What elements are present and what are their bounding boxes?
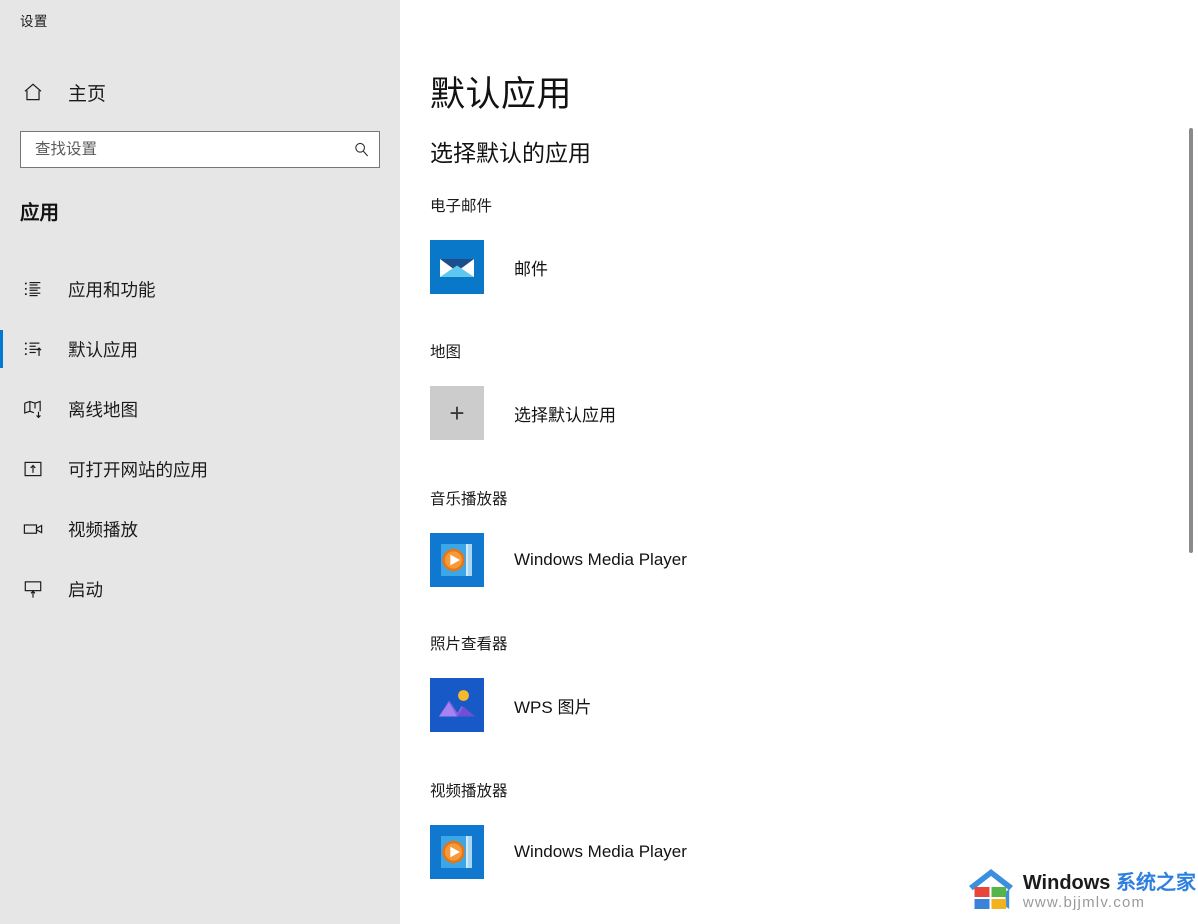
- group-label: 音乐播放器: [430, 491, 508, 508]
- default-app-name: Windows Media Player: [514, 842, 687, 861]
- default-app-group-photo-viewer: 照片查看器 WPS 图片: [430, 632, 1170, 732]
- default-app-name: 邮件: [514, 259, 548, 279]
- selection-indicator: [0, 330, 3, 368]
- search-input[interactable]: [20, 131, 380, 168]
- sidebar-item-apps-and-features[interactable]: 应用和功能: [0, 259, 400, 319]
- video-camera-icon: [18, 514, 48, 544]
- startup-monitor-icon: [18, 574, 48, 604]
- sidebar-item-label: 离线地图: [68, 399, 138, 420]
- watermark-url: www.bjjmlv.com: [1022, 893, 1146, 911]
- open-window-icon: [18, 454, 48, 484]
- default-app-group-maps: 地图 + 选择默认应用: [430, 340, 1170, 440]
- sidebar-section-heading: 应用: [20, 202, 60, 224]
- home-icon: [18, 77, 48, 107]
- group-label: 视频播放器: [430, 783, 508, 800]
- sidebar-item-default-apps[interactable]: 默认应用: [0, 319, 400, 379]
- plus-glyph: +: [449, 398, 465, 428]
- map-download-icon: [18, 394, 48, 424]
- sidebar-item-label: 可打开网站的应用: [68, 459, 208, 480]
- plus-icon[interactable]: +: [430, 386, 484, 440]
- default-app-name: WPS 图片: [514, 697, 592, 717]
- default-app-row[interactable]: Windows Media Player: [430, 825, 1170, 879]
- default-app-row[interactable]: WPS 图片: [430, 678, 1170, 732]
- choose-default-app-label: 选择默认应用: [514, 405, 616, 425]
- sidebar-item-label: 应用和功能: [68, 279, 156, 300]
- search-icon[interactable]: [351, 140, 371, 160]
- list-arrow-icon: [18, 334, 48, 364]
- group-label: 照片查看器: [430, 636, 508, 653]
- sidebar-item-apps-for-websites[interactable]: 可打开网站的应用: [0, 439, 400, 499]
- sidebar-nav-list: 应用和功能 默认应用 离线地图 可打开网站的应用 视频播放 启动: [0, 259, 400, 619]
- mail-app-icon: [430, 240, 484, 294]
- group-label: 电子邮件: [430, 198, 493, 215]
- window-title: 设置: [20, 14, 48, 29]
- page-title: 默认应用: [430, 75, 573, 114]
- settings-window: 设置 主页 应用: [0, 0, 1198, 924]
- sidebar-item-label: 默认应用: [68, 339, 138, 360]
- sidebar-item-offline-maps[interactable]: 离线地图: [0, 379, 400, 439]
- sidebar-item-startup[interactable]: 启动: [0, 559, 400, 619]
- sidebar-item-video-playback[interactable]: 视频播放: [0, 499, 400, 559]
- default-app-group-music-player: 音乐播放器 Windows Media Player: [430, 487, 1170, 587]
- list-bullets-icon: [18, 274, 48, 304]
- windows-media-player-icon: [430, 533, 484, 587]
- wps-photos-icon: [430, 678, 484, 732]
- search-box[interactable]: [20, 131, 380, 168]
- sidebar-item-home[interactable]: 主页: [0, 70, 400, 114]
- default-app-row[interactable]: 邮件: [430, 240, 1170, 294]
- sidebar: 设置 主页 应用: [0, 0, 400, 924]
- default-app-row[interactable]: + 选择默认应用: [430, 386, 1170, 440]
- main-content: 默认应用 选择默认的应用 电子邮件 邮件 地图 + 选择默认应用 音乐播放器 W…: [400, 0, 1198, 924]
- default-app-group-video-player: 视频播放器 Windows Media Player: [430, 779, 1170, 879]
- scrollbar-track[interactable]: [1184, 0, 1198, 924]
- windows-media-player-icon: [430, 825, 484, 879]
- sidebar-item-label: 视频播放: [68, 519, 138, 540]
- default-app-group-email: 电子邮件 邮件: [430, 194, 1170, 294]
- scrollbar-thumb[interactable]: [1189, 128, 1193, 553]
- sidebar-item-label: 启动: [68, 579, 103, 600]
- sidebar-home-label: 主页: [68, 83, 107, 105]
- default-app-row[interactable]: Windows Media Player: [430, 533, 1170, 587]
- group-label: 地图: [430, 344, 462, 361]
- page-subtitle: 选择默认的应用: [430, 140, 591, 166]
- default-app-name: Windows Media Player: [514, 550, 687, 569]
